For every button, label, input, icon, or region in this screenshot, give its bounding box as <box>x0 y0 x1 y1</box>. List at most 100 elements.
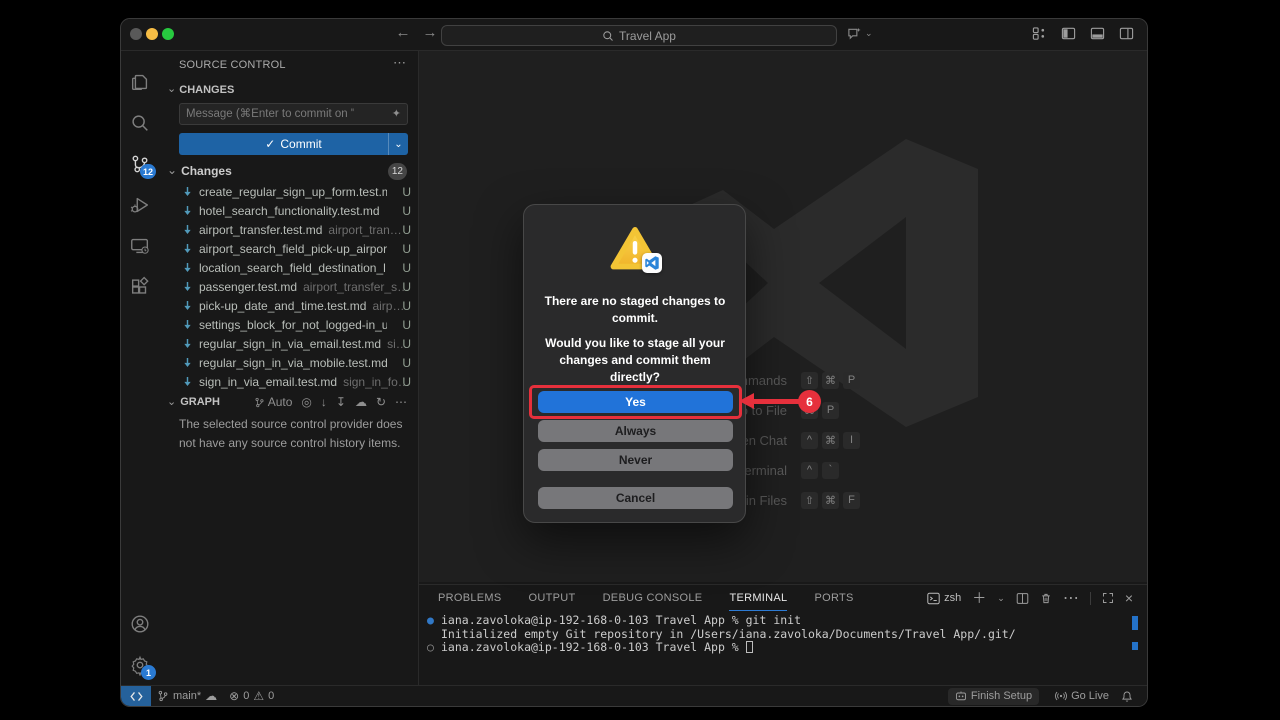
tab-problems[interactable]: PROBLEMS <box>438 585 502 611</box>
commit-message-box: ✦ <box>179 103 408 125</box>
file-row[interactable]: hotel_search_functionality.test.mdU <box>159 201 419 220</box>
file-row[interactable]: settings_block_for_not_logged-in_u…U <box>159 315 419 334</box>
explorer-icon <box>129 71 151 93</box>
cancel-button[interactable]: Cancel <box>538 487 733 509</box>
sidebar-item-source-control[interactable]: 12 <box>121 143 159 184</box>
publish-cloud-icon: ☁ <box>205 689 217 703</box>
file-row[interactable]: location_search_field_destination_l…U <box>159 258 419 277</box>
toggle-primary-sidebar-icon[interactable] <box>1061 26 1076 41</box>
commit-button[interactable]: ✓ Commit ⌄ <box>179 133 408 155</box>
go-live-button[interactable]: Go Live <box>1049 686 1115 706</box>
always-button[interactable]: Always <box>538 420 733 442</box>
status-bar: main* ☁ ⊗ 0 ⚠ 0 Finish Setup Go Live <box>121 685 1147 706</box>
minimize-window-button[interactable] <box>146 28 158 40</box>
tab-output[interactable]: OUTPUT <box>529 585 576 611</box>
git-status-label: U <box>402 299 411 313</box>
overview-ruler-mark <box>1132 642 1138 650</box>
title-bar: ← → Travel App ⌄ <box>121 19 1147 51</box>
close-panel-icon[interactable]: × <box>1125 590 1133 606</box>
file-row[interactable]: airport_transfer.test.mdairport_tran…U <box>159 220 419 239</box>
git-status-label: U <box>402 223 411 237</box>
git-status-label: U <box>402 356 411 370</box>
sidebar-item-explorer[interactable] <box>121 61 159 102</box>
copilot-menu[interactable]: ⌄ <box>847 26 873 41</box>
never-button[interactable]: Never <box>538 449 733 471</box>
maximize-panel-icon[interactable] <box>1102 592 1114 604</box>
command-center-search[interactable]: Travel App <box>441 25 837 46</box>
git-status-label: U <box>402 318 411 332</box>
back-icon[interactable]: ← <box>393 24 413 41</box>
markdown-file-icon <box>181 204 194 217</box>
git-status-label: U <box>402 242 411 256</box>
activity-bar: 12 1 <box>121 51 159 685</box>
workspace-title: Travel App <box>619 29 676 43</box>
commit-dropdown-button[interactable]: ⌄ <box>388 133 408 155</box>
dialog-message-primary: There are no staged changes to commit. <box>540 293 730 327</box>
sidebar-item-remote-explorer[interactable] <box>121 225 159 266</box>
chevron-down-icon: ⌄ <box>167 82 176 95</box>
chevron-down-icon[interactable]: ⌄ <box>997 593 1005 604</box>
changes-count-badge: 12 <box>388 163 407 180</box>
finish-setup-button[interactable]: Finish Setup <box>948 688 1039 705</box>
tab-debug-console[interactable]: DEBUG CONSOLE <box>603 585 703 611</box>
file-row[interactable]: create_regular_sign_up_form.test.mdU <box>159 182 419 201</box>
sidebar-item-search[interactable] <box>121 102 159 143</box>
file-row[interactable]: regular_sign_in_via_mobile.test.md…U <box>159 353 419 372</box>
tab-ports[interactable]: PORTS <box>814 585 853 611</box>
toggle-panel-icon[interactable] <box>1090 26 1105 41</box>
file-row[interactable]: airport_search_field_pick-up_airpor…U <box>159 239 419 258</box>
graph-target-icon[interactable]: ◎ <box>301 395 311 409</box>
customize-layout-icon[interactable] <box>1032 26 1047 41</box>
sidebar-item-run-debug[interactable] <box>121 184 159 225</box>
run-debug-icon <box>129 194 151 216</box>
markdown-file-icon <box>181 356 194 369</box>
close-window-button[interactable] <box>130 28 142 40</box>
prompt-dot: ○ <box>427 641 441 655</box>
bell-icon <box>1121 690 1133 703</box>
search-icon <box>129 112 151 134</box>
fetch-icon[interactable]: ↓ <box>321 395 327 409</box>
file-row[interactable]: passenger.test.mdairport_transfer_s…U <box>159 277 419 296</box>
annotation-arrow <box>739 393 754 409</box>
generate-commit-message-icon[interactable]: ✦ <box>392 107 401 120</box>
graph-auto-toggle[interactable]: Auto <box>254 395 293 409</box>
sidebar-item-extensions[interactable] <box>121 266 159 307</box>
markdown-file-icon <box>181 242 194 255</box>
problems-status[interactable]: ⊗ 0 ⚠ 0 <box>223 686 280 706</box>
tab-terminal[interactable]: TERMINAL <box>729 585 787 611</box>
new-terminal-icon[interactable]: ＋ <box>972 588 986 608</box>
more-actions-icon[interactable]: ⋯ <box>393 55 406 71</box>
refresh-icon[interactable]: ↻ <box>376 395 386 409</box>
changes-tree-header[interactable]: ⌄ Changes 12 <box>167 161 411 181</box>
file-row[interactable]: pick-up_date_and_time.test.mdairp…U <box>159 296 419 315</box>
forward-icon[interactable]: → <box>420 24 440 41</box>
markdown-file-icon <box>181 318 194 331</box>
toggle-secondary-sidebar-icon[interactable] <box>1119 26 1134 41</box>
more-actions-icon[interactable]: ⋯ <box>1063 588 1079 608</box>
changes-section-header[interactable]: ⌄ CHANGES <box>167 83 234 96</box>
terminal-shell-label[interactable]: zsh <box>927 592 961 605</box>
terminal-output[interactable]: ●iana.zavoloka@ip-192-168-0-103 Travel A… <box>427 614 1016 655</box>
markdown-file-icon <box>181 261 194 274</box>
accounts-button[interactable] <box>121 603 159 644</box>
more-actions-icon[interactable]: ⋯ <box>395 395 407 409</box>
copilot-chat-icon <box>847 26 862 41</box>
markdown-file-icon <box>181 280 194 293</box>
file-row[interactable]: sign_in_via_email.test.mdsign_in_fo…U <box>159 372 419 391</box>
extensions-icon <box>129 276 151 298</box>
pull-icon[interactable]: ↧ <box>336 395 346 409</box>
commit-message-input[interactable] <box>180 104 360 124</box>
notifications-button[interactable] <box>1115 686 1139 706</box>
graph-section-header[interactable]: ⌄ GRAPH Auto ◎ ↓ ↧ ☁ ↻ ⋯ <box>167 393 411 411</box>
zoom-window-button[interactable] <box>162 28 174 40</box>
split-terminal-icon[interactable] <box>1016 592 1029 605</box>
push-cloud-icon[interactable]: ☁ <box>355 395 367 409</box>
branch-status[interactable]: main* ☁ <box>151 686 223 706</box>
remote-indicator[interactable] <box>121 686 151 706</box>
chevron-down-icon: ⌄ <box>167 163 177 177</box>
git-status-label: U <box>402 261 411 275</box>
file-row[interactable]: regular_sign_in_via_email.test.mdsi…U <box>159 334 419 353</box>
search-icon <box>602 30 614 42</box>
settings-button[interactable]: 1 <box>121 644 159 685</box>
trash-icon[interactable] <box>1040 592 1052 605</box>
